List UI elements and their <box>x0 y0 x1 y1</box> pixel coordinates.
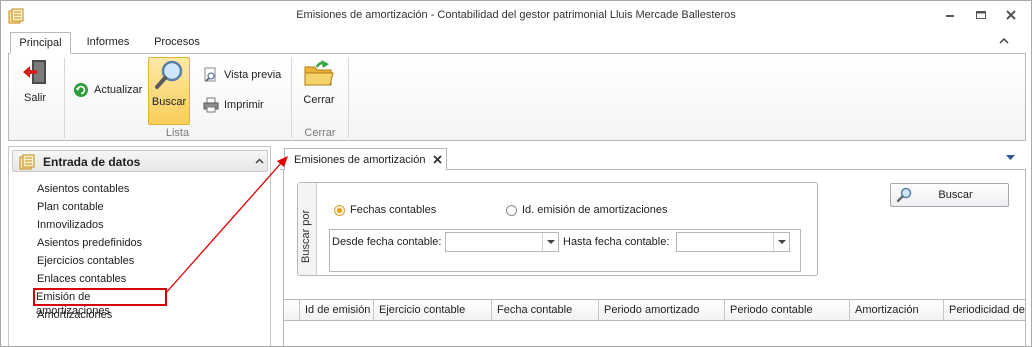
column-periodicidad[interactable]: Periodicidad de <box>944 300 1025 320</box>
column-id-de-emision[interactable]: Id de emisión <box>300 300 374 320</box>
desde-fecha-combo[interactable] <box>445 232 559 252</box>
nav-item-amortizaciones[interactable]: Amortizaciones <box>35 306 167 324</box>
buscar-button-label: Buscar <box>938 189 973 201</box>
hasta-fecha-combo[interactable] <box>676 232 790 252</box>
folder-close-icon <box>304 60 334 86</box>
tab-list-dropdown-icon[interactable] <box>1006 155 1015 161</box>
nav-item-enlaces-contables[interactable]: Enlaces contables <box>35 270 167 288</box>
radio-id-emision[interactable]: Id. emisión de amortizaciones <box>506 204 668 216</box>
minimize-icon[interactable] <box>942 8 958 22</box>
nav-item-asientos-contables[interactable]: Asientos contables <box>35 180 167 198</box>
buscar-ribbon-label: Buscar <box>151 96 187 108</box>
document-tab-strip: Emisiones de amortización <box>280 146 1026 171</box>
panel-title: Entrada de datos <box>43 155 141 169</box>
title-bar: Emisiones de amortización - Contabilidad… <box>1 1 1031 31</box>
vista-previa-button[interactable]: Vista previa <box>203 65 281 85</box>
radio-id-label: Id. emisión de amortizaciones <box>522 204 668 216</box>
salir-label: Salir <box>23 92 46 104</box>
nav-item-ejercicios-contables[interactable]: Ejercicios contables <box>35 252 167 270</box>
search-criteria-group: Buscar por Fechas contables Id. emisión … <box>297 182 818 276</box>
collapse-ribbon-icon[interactable] <box>999 37 1009 45</box>
window-title: Emisiones de amortización - Contabilidad… <box>296 9 736 21</box>
navigation-list: Asientos contables Plan contable Inmovil… <box>33 180 167 324</box>
panel-header-entrada-de-datos[interactable]: Entrada de datos <box>12 150 268 172</box>
cerrar-label: Cerrar <box>303 94 335 106</box>
nav-item-plan-contable[interactable]: Plan contable <box>35 198 167 216</box>
magnifier-icon <box>155 60 183 89</box>
document-content: Buscar por Fechas contables Id. emisión … <box>283 170 1026 346</box>
grid-row-indicator-header <box>284 300 300 320</box>
document-tab-label: Emisiones de amortización <box>294 154 426 166</box>
radio-fechas-label: Fechas contables <box>350 204 437 216</box>
imprimir-button[interactable]: Imprimir <box>203 95 264 115</box>
buscar-button[interactable]: Buscar <box>890 183 1009 207</box>
salir-button[interactable]: Salir <box>17 57 53 104</box>
nav-item-asientos-predefinidos[interactable]: Asientos predefinidos <box>35 234 167 252</box>
nav-item-inmovilizados[interactable]: Inmovilizados <box>35 216 167 234</box>
desde-fecha-label: Desde fecha contable: <box>332 236 442 248</box>
radio-unchecked-icon <box>506 204 517 216</box>
refresh-icon <box>74 83 88 97</box>
printer-icon <box>203 97 219 113</box>
close-window-icon[interactable] <box>1003 8 1019 22</box>
ribbon-panel: Salir Actualizar Buscar Vista previa Imp… <box>8 53 1026 141</box>
exit-icon <box>23 60 46 84</box>
chevron-down-icon[interactable] <box>773 233 789 251</box>
tab-emisiones-de-amortizacion[interactable]: Emisiones de amortización <box>284 148 447 171</box>
data-entry-icon <box>19 154 35 170</box>
radio-fechas-contables[interactable]: Fechas contables <box>334 204 436 216</box>
actualizar-label: Actualizar <box>94 84 143 96</box>
column-fecha-contable[interactable]: Fecha contable <box>492 300 599 320</box>
group-label-lista: Lista <box>165 127 190 139</box>
chevron-up-icon[interactable] <box>255 158 264 164</box>
tab-procesos[interactable]: Procesos <box>146 32 208 54</box>
restore-icon[interactable] <box>973 8 989 22</box>
app-window: Emisiones de amortización - Contabilidad… <box>0 0 1032 347</box>
vista-previa-label: Vista previa <box>224 69 282 81</box>
buscar-ribbon-button[interactable]: Buscar <box>148 57 190 125</box>
tab-principal[interactable]: Principal <box>10 32 71 54</box>
preview-icon <box>204 67 216 82</box>
left-navigation-panel: Entrada de datos Asientos contables Plan… <box>8 146 271 346</box>
date-range-box: Desde fecha contable: Hasta fecha contab… <box>329 229 801 272</box>
column-amortizacion[interactable]: Amortización <box>850 300 944 320</box>
nav-item-emision-de-amortizaciones[interactable]: Emisión de amortizaciones <box>33 288 167 317</box>
ribbon-separator <box>64 58 65 138</box>
column-periodo-amortizado[interactable]: Periodo amortizado <box>599 300 725 320</box>
hasta-fecha-label: Hasta fecha contable: <box>563 236 670 248</box>
ribbon-separator <box>348 58 349 138</box>
ribbon-separator <box>291 58 292 138</box>
buscar-por-label: Buscar por <box>300 209 312 263</box>
actualizar-button[interactable]: Actualizar <box>73 80 142 100</box>
group-label-cerrar: Cerrar <box>304 127 336 139</box>
search-group-label-column: Buscar por <box>298 183 317 275</box>
chevron-down-icon[interactable] <box>542 233 558 251</box>
results-grid-header: Id de emisión Ejercicio contable Fecha c… <box>284 299 1025 321</box>
tab-informes[interactable]: Informes <box>79 32 137 54</box>
cerrar-button[interactable]: Cerrar <box>299 57 339 106</box>
radio-checked-icon <box>334 204 345 216</box>
column-periodo-contable[interactable]: Periodo contable <box>725 300 850 320</box>
ribbon-tabs: Principal Informes Procesos <box>1 31 1031 54</box>
imprimir-label: Imprimir <box>224 99 264 111</box>
column-ejercicio-contable[interactable]: Ejercicio contable <box>374 300 492 320</box>
close-tab-icon[interactable] <box>433 155 442 164</box>
